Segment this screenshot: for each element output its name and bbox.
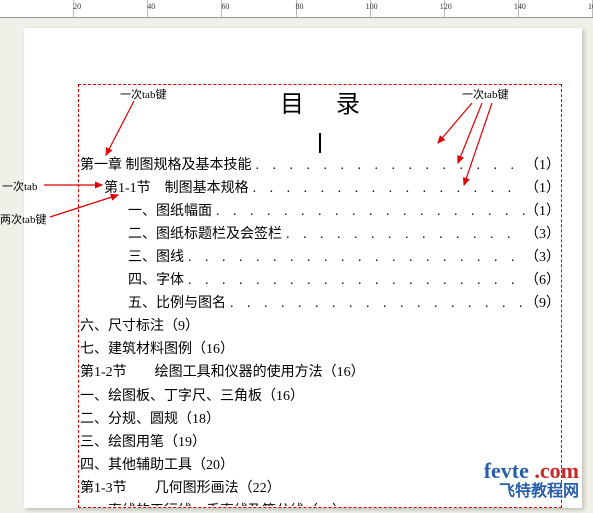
- text-cursor-line: [80, 132, 560, 154]
- toc-text: 一、图纸幅面: [128, 200, 212, 223]
- text-cursor: [319, 133, 321, 153]
- toc-page-num: （9）: [525, 292, 560, 315]
- toc-leader-dots: . . . . . . . . . . . . . . . . . . . . …: [184, 269, 525, 292]
- toc-entry: 三、绘图用笔（19）: [80, 431, 560, 454]
- toc-entry: 七、建筑材料图例（16）: [80, 338, 560, 361]
- toc-text: 第一章 制图规格及基本技能: [80, 154, 252, 177]
- annotation-tab-4: 两次tab键: [0, 211, 46, 227]
- toc-entry: 二、分规、圆规（18）: [80, 408, 560, 431]
- annotation-tab-1: 一次tab键: [120, 86, 166, 102]
- toc-page-num: （1）: [525, 154, 560, 177]
- toc-leader-dots: . . . . . . . . . . . . . . . . . . . . …: [252, 154, 526, 177]
- logo-text-cn: 飞特教程网: [484, 483, 579, 501]
- ruler-horizontal: 20 40 60 80 100 120 140 160: [0, 0, 593, 18]
- toc-entry: 第1-1节 制图基本规格 . . . . . . . . . . . . . .…: [80, 177, 560, 200]
- logo-text-en2: .com: [534, 458, 579, 483]
- toc-entry: 二、图纸标题栏及会签栏 . . . . . . . . . . . . . . …: [80, 223, 560, 246]
- toc-leader-dots: . . . . . . . . . . . . . . . . . . . . …: [282, 223, 525, 246]
- document-content: 目录 第一章 制图规格及基本技能 . . . . . . . . . . . .…: [80, 86, 560, 506]
- ruler-tick: 160: [588, 2, 593, 11]
- watermark-logo: fevte .com 飞特教程网: [484, 459, 579, 501]
- logo-text-en1: fevte: [484, 458, 529, 483]
- toc-text: 第1-1节 制图基本规格: [104, 177, 249, 200]
- annotation-tab-3: 一次tab: [2, 178, 37, 194]
- toc-leader-dots: . . . . . . . . . . . . . . . . . . . . …: [184, 246, 525, 269]
- toc-entry: 一、绘图板、丁字尺、三角板（16）: [80, 385, 560, 408]
- toc-text: 三、图线: [128, 246, 184, 269]
- toc-page-num: （3）: [525, 223, 560, 246]
- toc-entry: 第一章 制图规格及基本技能 . . . . . . . . . . . . . …: [80, 154, 560, 177]
- toc-entry: 第1-2节 绘图工具和仪器的使用方法（16）: [80, 361, 560, 384]
- toc-leader-dots: . . . . . . . . . . . . . . . . . . . . …: [212, 200, 525, 223]
- toc-entry: 四、字体 . . . . . . . . . . . . . . . . . .…: [80, 269, 560, 292]
- toc-page-num: （6）: [525, 269, 560, 292]
- toc-text: 四、字体: [128, 269, 184, 292]
- annotation-tab-2: 一次tab键: [462, 86, 508, 102]
- toc-text: 五、比例与图名: [128, 292, 226, 315]
- toc-entry: 一、图纸幅面 . . . . . . . . . . . . . . . . .…: [80, 200, 560, 223]
- toc-entry: 五、比例与图名 . . . . . . . . . . . . . . . . …: [80, 292, 560, 315]
- toc-entry: 六、尺寸标注（9）: [80, 315, 560, 338]
- toc-entry: 三、图线 . . . . . . . . . . . . . . . . . .…: [80, 246, 560, 269]
- toc-text: 二、图纸标题栏及会签栏: [128, 223, 282, 246]
- toc-leader-dots: . . . . . . . . . . . . . . . . . . . . …: [249, 177, 525, 200]
- toc-leader-dots: . . . . . . . . . . . . . . . . . . . . …: [226, 292, 525, 315]
- document-page[interactable]: 一次tab键 一次tab键 目录 第一章 制图规格及基本技能 . . . . .…: [24, 28, 582, 508]
- toc-page-num: （1）: [525, 177, 560, 200]
- toc-page-num: （1）: [525, 200, 560, 223]
- toc-page-num: （3）: [525, 246, 560, 269]
